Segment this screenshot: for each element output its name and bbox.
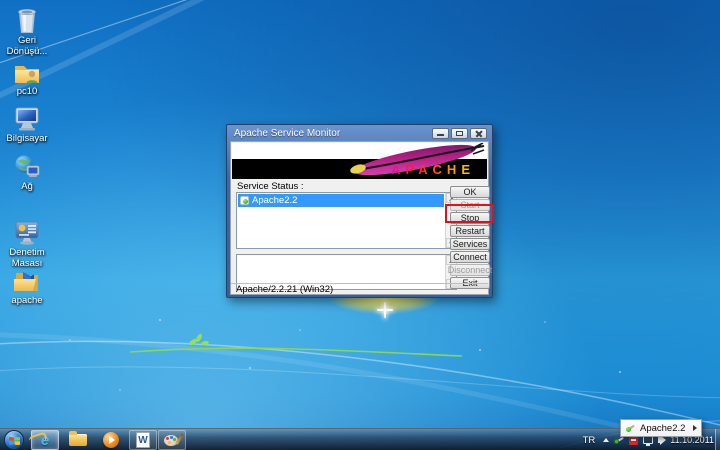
service-status-list[interactable]: Apache2.2 [236,192,457,249]
taskbar: e W TR 11.10.2011 [0,428,720,450]
taskbar-internet-explorer[interactable]: e [31,430,59,450]
start-button[interactable] [4,430,24,450]
folder-icon [69,434,87,446]
desktop-icon-computer[interactable]: Bilgisayar [1,104,53,145]
taskbar-word[interactable]: W [129,430,157,450]
window-titlebar[interactable]: Apache Service Monitor [230,125,489,141]
window-title: Apache Service Monitor [234,128,430,139]
tray-menu-label: Apache2.2 [640,423,693,434]
control-panel-icon [1,218,53,246]
service-running-icon [240,196,249,205]
service-name: Apache2.2 [252,195,297,206]
apache-service-monitor-window: Apache Service Monitor [226,124,493,298]
desktop-icon-pc10[interactable]: pc10 [1,57,53,98]
taskbar-explorer[interactable] [64,430,92,450]
wallpaper-leaf-sprig [188,333,209,346]
apache-logo-text: APACHE [391,162,475,177]
network-icon [1,152,53,180]
computer-icon [1,104,53,132]
desktop-icon-label: apache [1,296,53,307]
desktop-icon-label: pc10 [1,87,53,98]
desktop-icon-label: Geri Dönüşü... [1,36,53,58]
windows-logo-icon [9,436,20,446]
desktop-icon-recycle-bin[interactable]: Geri Dönüşü... [1,6,53,58]
taskbar-paint[interactable] [158,430,186,450]
apache-tray-menu-item[interactable]: Apache2.2 [620,419,702,437]
apache-feather-icon [625,423,635,433]
show-hidden-icons-button[interactable] [603,438,609,442]
start-button[interactable]: Start [450,199,490,211]
submenu-arrow-icon [693,425,697,431]
desktop-icon-label: Bilgisayar [1,134,53,145]
service-list-item-apache22[interactable]: Apache2.2 [238,194,444,207]
desktop-icon-network[interactable]: Ağ [1,152,53,193]
maximize-icon [456,131,463,136]
word-icon: W [136,432,150,448]
maximize-button[interactable] [451,128,468,139]
window-status-bar: Apache/2.2.21 (Win32) [231,283,488,294]
stop-button[interactable]: Stop [450,212,490,224]
services-button[interactable]: Services [450,238,490,250]
apache-logo-banner: APACHE [232,143,487,179]
service-status-label: Service Status : [237,181,304,192]
user-folder-icon [1,57,53,85]
desktop-icon-label: Ağ [1,182,53,193]
ok-button[interactable]: OK [450,186,490,198]
restart-button[interactable]: Restart [450,225,490,237]
folder-icon [1,266,53,294]
recycle-bin-icon [1,6,53,34]
wallpaper-sparkle [377,302,393,318]
show-desktop-button[interactable] [715,429,720,450]
minimize-icon [437,134,444,136]
minimize-button[interactable] [432,128,449,139]
media-player-icon [103,432,119,448]
close-button[interactable] [470,128,487,139]
disconnect-button[interactable]: Disconnect [450,264,490,276]
taskbar-media-player[interactable] [97,430,125,450]
connect-button[interactable]: Connect [450,251,490,263]
paint-icon [164,433,181,447]
language-indicator[interactable]: TR [580,433,599,448]
desktop-icon-apache-folder[interactable]: apache [1,266,53,307]
network-tray-icon[interactable] [643,436,653,444]
desktop-icon-control-panel[interactable]: Denetim Masası [1,218,53,270]
volume-tray-icon[interactable] [658,437,662,443]
